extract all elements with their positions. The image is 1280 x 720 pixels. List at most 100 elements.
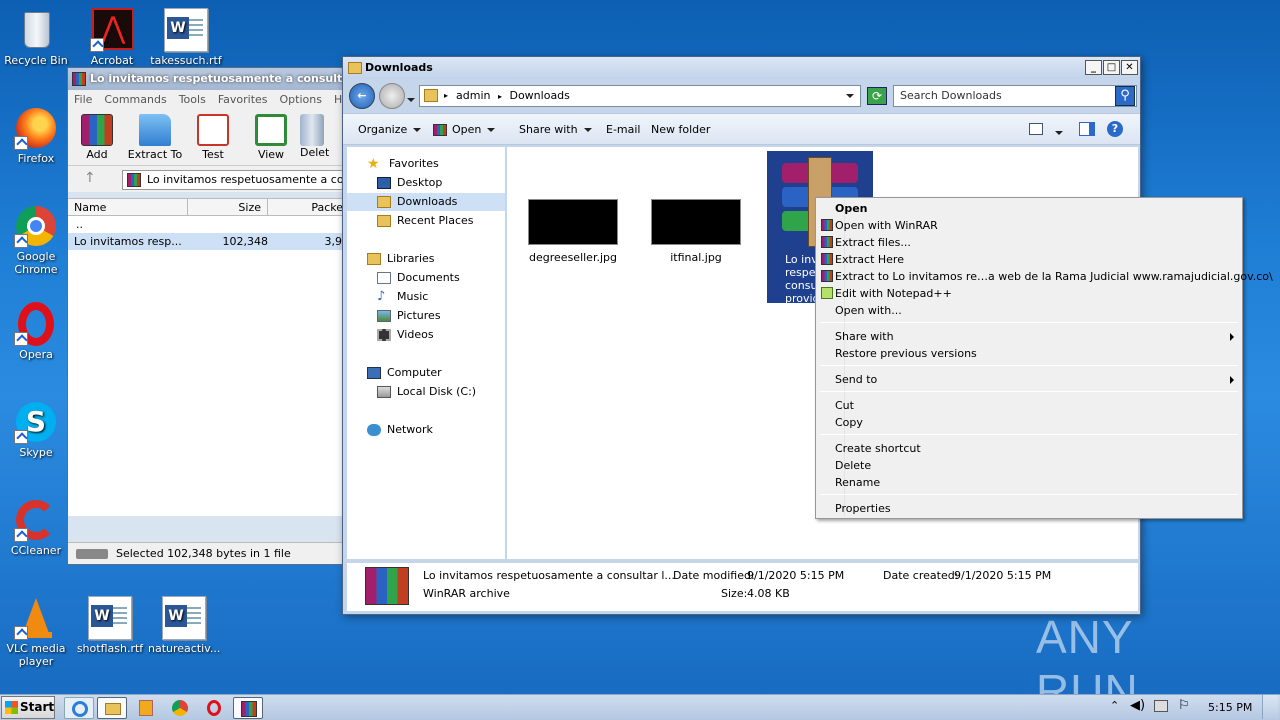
organize-button[interactable]: Organize <box>358 123 422 136</box>
desktop-icon-firefox[interactable]: Firefox <box>0 106 72 165</box>
file-item[interactable]: itfinal.jpg <box>646 199 746 264</box>
menu-item-open-with-winrar[interactable]: Open with WinRAR <box>818 217 1240 234</box>
nav-downloads[interactable]: Downloads <box>347 193 505 211</box>
desktop-icon-chrome[interactable]: Google Chrome <box>0 204 72 276</box>
table-row[interactable]: Lo invitamos resp... 102,348 3,992 <box>68 233 356 250</box>
menu-file[interactable]: File <box>68 93 98 106</box>
nav-favorites[interactable]: ★ Favorites <box>367 155 439 173</box>
open-button[interactable]: Open <box>433 123 496 136</box>
preview-pane-icon[interactable] <box>1079 122 1095 136</box>
menu-item-extract-to[interactable]: Extract to Lo invitamos re…a web de la R… <box>818 268 1273 285</box>
menu-item-extract-here[interactable]: Extract Here <box>818 251 1240 268</box>
action-center-flag-icon[interactable]: ⚐ <box>1178 698 1190 713</box>
col-name[interactable]: Name <box>68 199 188 215</box>
nav-music[interactable]: ♪ Music <box>377 288 428 306</box>
view-options-dropdown[interactable] <box>1055 126 1063 139</box>
desktop-icon-opera[interactable]: Opera <box>0 302 72 361</box>
add-button[interactable]: Add <box>68 110 126 165</box>
menu-item-open[interactable]: Open <box>818 200 1240 217</box>
test-button[interactable]: Test <box>184 110 242 165</box>
taskbar-media-button[interactable] <box>131 697 161 719</box>
address-field[interactable]: ▸ admin ▸ Downloads <box>419 85 861 107</box>
nav-recent-places[interactable]: Recent Places <box>377 212 474 230</box>
col-size[interactable]: Size <box>188 199 268 215</box>
table-row[interactable]: .. <box>68 216 356 233</box>
up-arrow-icon[interactable]: ↑ <box>84 170 96 186</box>
forward-button[interactable] <box>379 83 405 109</box>
back-button[interactable]: ← <box>349 83 375 109</box>
nav-local-disk[interactable]: Local Disk (C:) <box>377 383 476 401</box>
menu-item-rename[interactable]: Rename <box>818 474 1240 491</box>
change-view-icon[interactable] <box>1029 123 1043 135</box>
search-icon[interactable]: ⚲ <box>1115 86 1135 106</box>
address-dropdown[interactable] <box>846 86 854 106</box>
desktop-icon-takessuch[interactable]: takessuch.rtf <box>150 8 222 67</box>
menu-tools[interactable]: Tools <box>173 93 212 106</box>
clock[interactable]: 5:15 PM <box>1208 701 1252 714</box>
taskbar-explorer-button[interactable] <box>97 697 127 719</box>
explorer-title-bar[interactable]: Downloads _ □ ✕ <box>343 57 1140 79</box>
menu-item-restore-previous[interactable]: Restore previous versions <box>818 345 1240 362</box>
menu-item-open-with[interactable]: Open with... <box>818 302 1240 319</box>
nav-computer[interactable]: Computer <box>367 364 442 382</box>
taskbar-opera-button[interactable] <box>199 697 229 719</box>
menu-commands[interactable]: Commands <box>98 93 172 106</box>
winrar-window[interactable]: Lo invitamos respetuosamente a consultar… <box>67 67 358 565</box>
show-desktop-button[interactable] <box>1262 695 1278 719</box>
menu-item-extract-files[interactable]: Extract files... <box>818 234 1240 251</box>
taskbar-winrar-button[interactable] <box>233 697 263 719</box>
taskbar-ie-button[interactable] <box>64 697 94 719</box>
chrome-icon <box>14 204 58 248</box>
breadcrumb-downloads[interactable]: Downloads <box>509 89 569 102</box>
file-explorer-icon <box>105 703 121 715</box>
menu-options[interactable]: Options <box>274 93 328 106</box>
volume-icon[interactable]: ◀) <box>1130 698 1145 713</box>
refresh-button[interactable]: ⟳ <box>867 87 887 105</box>
start-button[interactable]: Start <box>1 696 55 719</box>
star-icon: ★ <box>367 156 380 172</box>
new-folder-button[interactable]: New folder <box>651 123 710 136</box>
nav-pictures[interactable]: Pictures <box>377 307 441 325</box>
desktop-icon-vlc[interactable]: VLC media player <box>0 596 72 668</box>
desktop-icon-skype[interactable]: S Skype <box>0 400 72 459</box>
network-tray-icon[interactable] <box>1154 700 1168 712</box>
nav-videos[interactable]: Videos <box>377 326 434 344</box>
share-with-button[interactable]: Share with <box>519 123 592 136</box>
menu-item-create-shortcut[interactable]: Create shortcut <box>818 440 1240 457</box>
breadcrumb-admin[interactable]: admin <box>456 89 490 102</box>
taskbar-chrome-button[interactable] <box>165 697 195 719</box>
file-item[interactable]: degreeseller.jpg <box>523 199 623 264</box>
nav-desktop[interactable]: Desktop <box>377 174 442 192</box>
view-button[interactable]: View <box>242 110 300 165</box>
menu-favorites[interactable]: Favorites <box>212 93 274 106</box>
email-button[interactable]: E-mail <box>606 123 641 136</box>
nav-libraries[interactable]: Libraries <box>367 250 435 268</box>
recent-pages-dropdown[interactable] <box>407 93 415 106</box>
desktop-icon-shotflash[interactable]: shotflash.rtf <box>74 596 146 655</box>
show-hidden-icons[interactable]: ⌃ <box>1110 699 1119 712</box>
desktop-icon-ccleaner[interactable]: CCleaner <box>0 498 72 557</box>
minimize-button[interactable]: _ <box>1085 60 1102 75</box>
nav-documents[interactable]: Documents <box>377 269 460 287</box>
menu-item-cut[interactable]: Cut <box>818 397 1240 414</box>
desktop-icon-acrobat[interactable]: ⋀ Acrobat <box>76 8 148 67</box>
taskbar: Start ⌃ ◀) ⚐ 5:15 PM <box>0 694 1280 720</box>
winrar-title-bar[interactable]: Lo invitamos respetuosamente a consultar… <box>68 68 356 90</box>
winrar-path-field[interactable]: Lo invitamos respetuosamente a consulta <box>122 170 358 190</box>
menu-item-share-with[interactable]: Share with <box>818 328 1240 345</box>
maximize-button[interactable]: □ <box>1103 60 1120 75</box>
nav-network[interactable]: Network <box>367 421 433 439</box>
extract-to-button[interactable]: Extract To <box>126 110 184 165</box>
menu-item-edit-notepad[interactable]: Edit with Notepad++ <box>818 285 1240 302</box>
close-button[interactable]: ✕ <box>1121 60 1138 75</box>
search-input[interactable]: Search Downloads <box>893 85 1137 107</box>
desktop-icon-natureactiv[interactable]: natureactiv... <box>148 596 220 655</box>
delete-button[interactable]: Delete <box>300 110 330 165</box>
help-icon[interactable]: ? <box>1107 121 1123 137</box>
menu-item-delete[interactable]: Delete <box>818 457 1240 474</box>
details-created: 9/1/2020 5:15 PM <box>954 569 1052 582</box>
menu-item-send-to[interactable]: Send to <box>818 371 1240 388</box>
desktop-icon-recycle-bin[interactable]: Recycle Bin <box>0 8 72 67</box>
menu-item-copy[interactable]: Copy <box>818 414 1240 431</box>
menu-item-properties[interactable]: Properties <box>818 500 1240 517</box>
